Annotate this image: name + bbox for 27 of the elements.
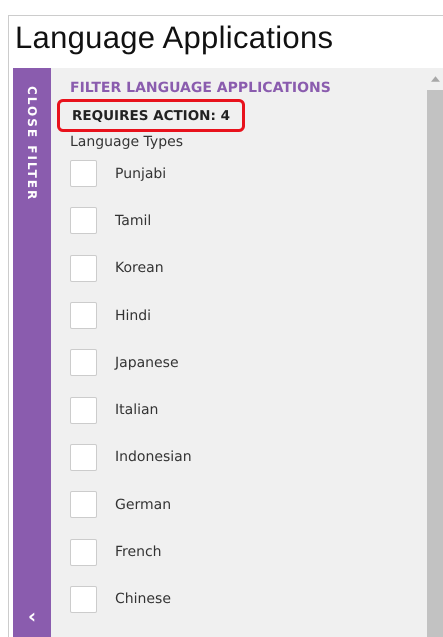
checkbox[interactable] xyxy=(70,396,97,424)
group-label: Language Types xyxy=(70,134,184,150)
option-label: Italian xyxy=(115,402,158,418)
checkbox[interactable] xyxy=(70,254,97,282)
filter-heading: FILTER LANGUAGE APPLICATIONS xyxy=(70,80,332,96)
option-label: Tamil xyxy=(115,212,152,229)
option-label: German xyxy=(115,496,172,513)
checkbox[interactable] xyxy=(70,207,97,234)
collapse-button[interactable]: ‹ xyxy=(28,606,36,626)
checkbox[interactable] xyxy=(70,444,97,471)
checkbox[interactable] xyxy=(70,538,97,566)
option-label: Punjabi xyxy=(115,166,166,182)
option-label: Korean xyxy=(115,260,164,276)
checkbox[interactable] xyxy=(70,160,97,188)
checkbox[interactable] xyxy=(70,349,97,376)
option-label: Chinese xyxy=(115,591,171,608)
checkbox[interactable] xyxy=(70,586,97,613)
checkbox[interactable] xyxy=(70,302,97,330)
scroll-up-icon[interactable] xyxy=(430,76,440,82)
close-filter-button[interactable]: CLOSE FILTER xyxy=(25,86,39,202)
option-label: Indonesian xyxy=(115,449,192,466)
checkbox[interactable] xyxy=(70,491,97,518)
option-label: Japanese xyxy=(115,354,179,371)
option-label: Hindi xyxy=(115,308,152,324)
page-title: Language Applications xyxy=(14,19,334,57)
option-label: French xyxy=(115,544,162,560)
requires-action-count: REQUIRES ACTION: 4 xyxy=(57,99,245,132)
